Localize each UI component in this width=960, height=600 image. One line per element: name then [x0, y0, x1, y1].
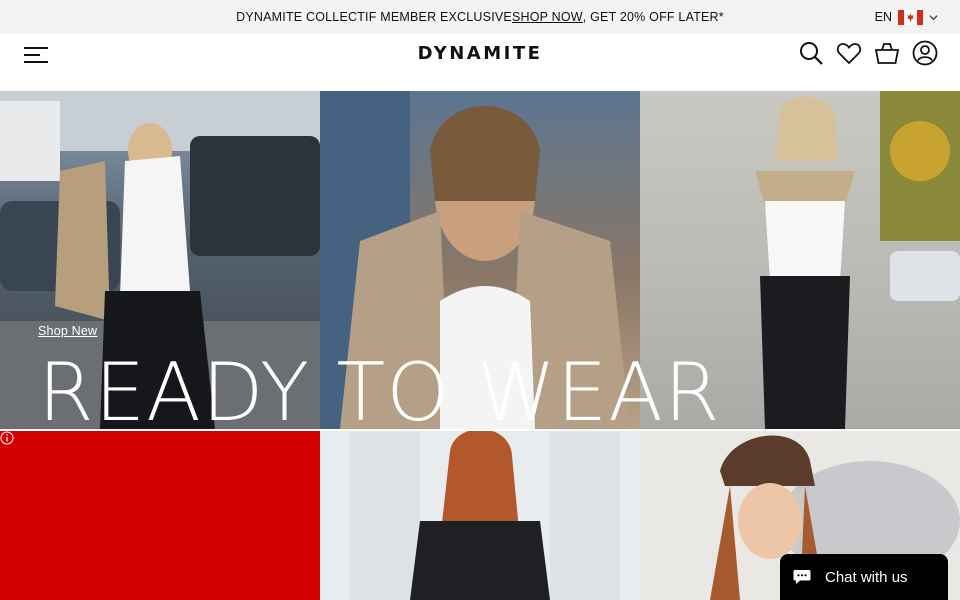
bag-icon[interactable] — [874, 40, 900, 66]
hero-title: READY TO WEAR — [38, 346, 721, 439]
info-icon[interactable] — [0, 431, 14, 445]
language-selector[interactable]: EN — [875, 0, 938, 34]
shop-new-link[interactable]: Shop New — [38, 324, 97, 338]
chevron-down-icon — [929, 14, 938, 20]
promo-shop-now-link[interactable]: SHOP NOW — [512, 10, 583, 24]
site-header: DYNAMITE — [0, 34, 960, 91]
hero-banner[interactable]: Shop New READY TO WEAR — [0, 91, 960, 439]
promo-text-after: , GET 20% OFF LATER* — [582, 10, 724, 24]
chat-label: Chat with us — [825, 568, 908, 586]
canada-flag-icon — [898, 9, 923, 25]
promo-bar: DYNAMITE COLLECTIF MEMBER EXCLUSIVE SHOP… — [0, 0, 960, 34]
chat-bubble-icon — [793, 570, 811, 584]
account-icon[interactable] — [912, 40, 938, 66]
search-icon[interactable] — [798, 40, 824, 66]
red-promo-tile[interactable] — [0, 431, 320, 600]
promo-text: DYNAMITE COLLECTIF MEMBER EXCLUSIVE — [236, 10, 512, 24]
knitwear-tile[interactable] — [320, 431, 640, 600]
chat-button[interactable]: Chat with us — [780, 554, 948, 600]
language-code: EN — [874, 10, 892, 24]
heart-icon[interactable] — [836, 40, 862, 66]
